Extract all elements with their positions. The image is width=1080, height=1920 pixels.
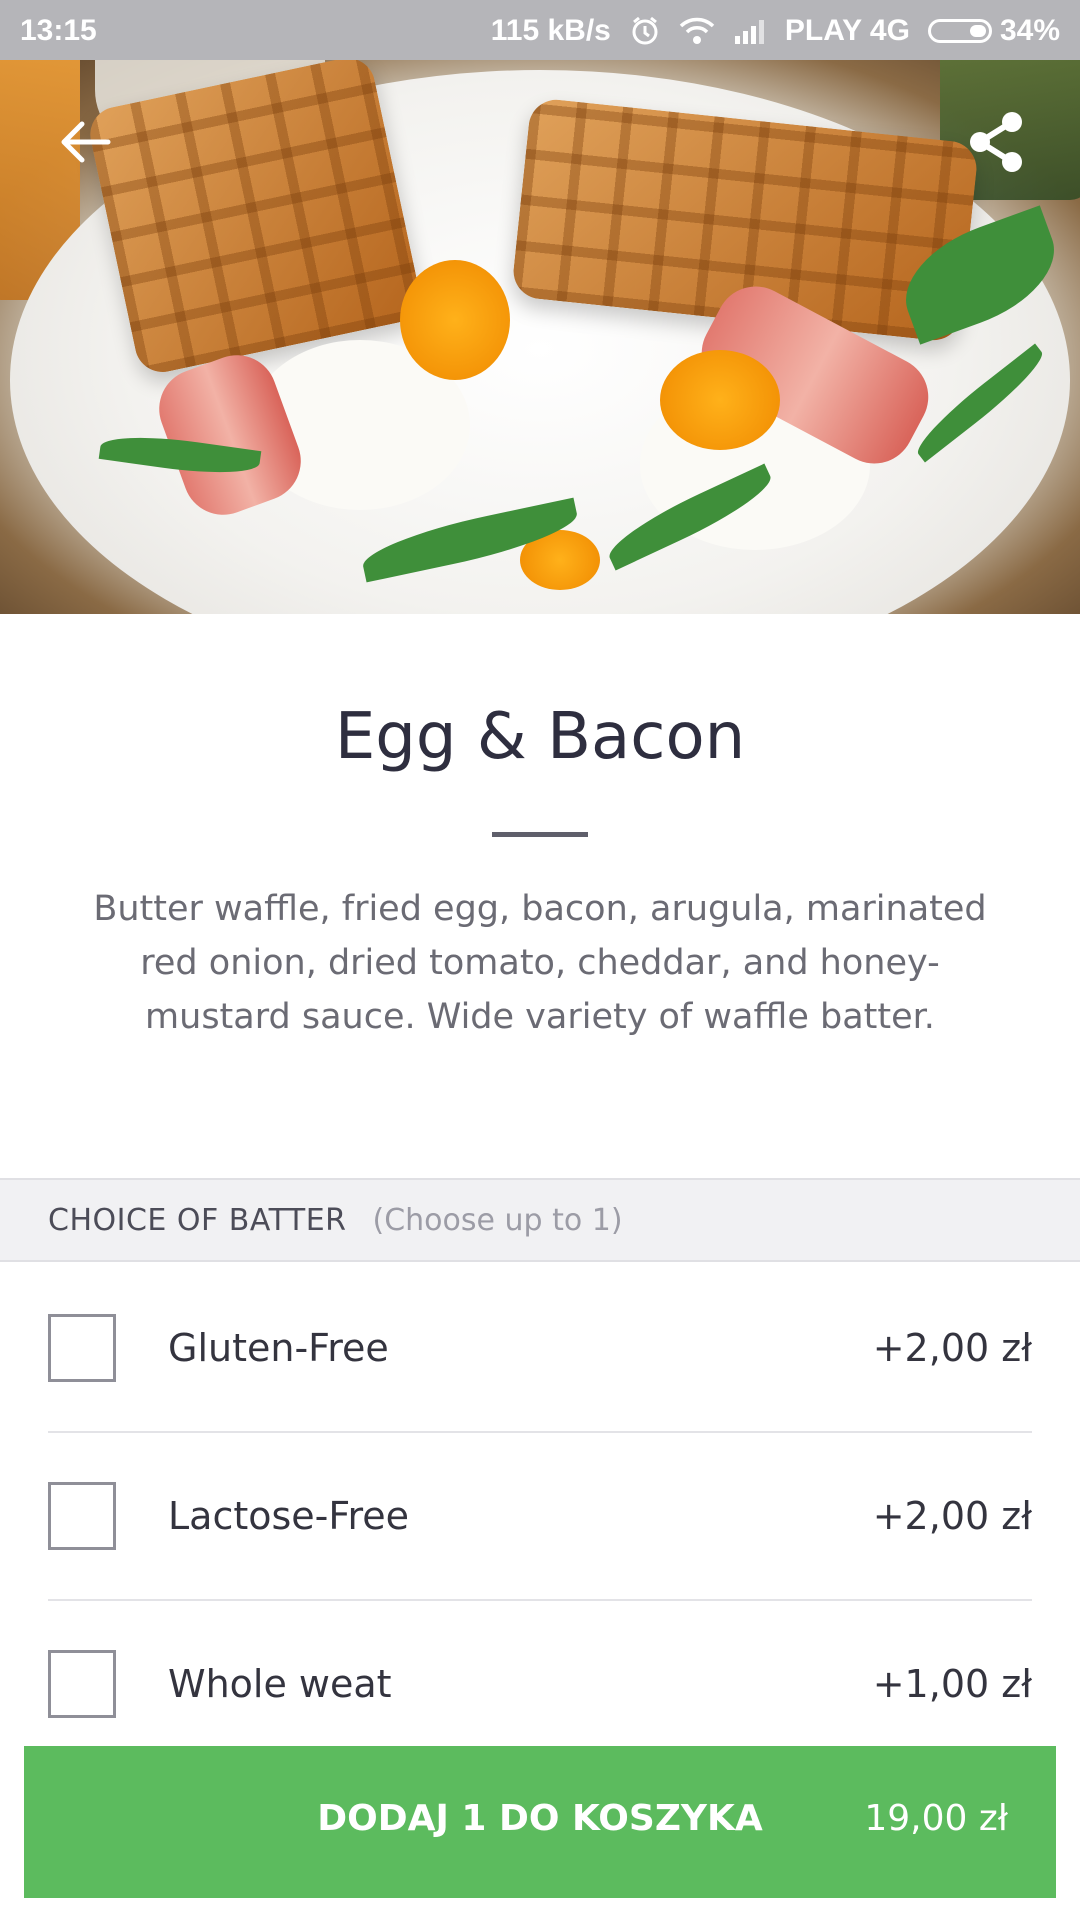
add-to-cart-button[interactable]: DODAJ 1 DO KOSZYKA 19,00 zł xyxy=(24,1746,1056,1898)
option-checkbox[interactable] xyxy=(48,1650,116,1718)
back-button[interactable] xyxy=(44,102,124,182)
section-label: CHOICE OF BATTER xyxy=(48,1202,347,1238)
item-title: Egg & Bacon xyxy=(334,700,746,774)
status-net-speed: 115 kB/s xyxy=(490,14,611,47)
option-price: +2,00 zł xyxy=(872,1494,1032,1538)
option-price: +1,00 zł xyxy=(872,1662,1032,1706)
option-name: Gluten-Free xyxy=(168,1326,389,1370)
battery-icon xyxy=(927,19,992,43)
dish-photo xyxy=(0,60,1080,614)
option-price: +2,00 zł xyxy=(872,1326,1032,1370)
add-to-cart-price: 19,00 zł xyxy=(864,1798,1008,1839)
item-description: Butter waffle, fried egg, bacon, arugula… xyxy=(93,889,987,1037)
section-hint: (Choose up to 1) xyxy=(372,1202,623,1238)
share-button[interactable] xyxy=(956,102,1036,182)
option-checkbox[interactable] xyxy=(48,1482,116,1550)
option-checkbox[interactable] xyxy=(48,1314,116,1382)
share-icon xyxy=(970,112,1022,172)
options-section-header: CHOICE OF BATTER (Choose up to 1) xyxy=(0,1178,1080,1262)
status-carrier: PLAY 4G xyxy=(784,14,910,47)
status-right-group: 115 kB/s PLAY 4G 34% xyxy=(491,14,1060,48)
option-name: Lactose-Free xyxy=(168,1494,410,1538)
battery-percent: 34% xyxy=(999,14,1060,47)
signal-icon xyxy=(733,18,767,44)
wifi-icon xyxy=(679,16,715,46)
option-row-gluten-free[interactable]: Gluten-Free +2,00 zł xyxy=(48,1264,1032,1432)
option-name: Whole weat xyxy=(168,1662,392,1706)
status-time: 13:15 xyxy=(20,14,97,47)
alarm-icon xyxy=(629,15,661,47)
title-divider xyxy=(492,832,588,837)
arrow-left-icon xyxy=(61,121,111,163)
option-row-whole-weat[interactable]: Whole weat +1,00 zł xyxy=(48,1600,1032,1768)
option-row-lactose-free[interactable]: Lactose-Free +2,00 zł xyxy=(48,1432,1032,1600)
status-bar: 13:15 115 kB/s PLAY 4G 34% xyxy=(0,0,1080,60)
battery-indicator: 34% xyxy=(927,14,1060,48)
